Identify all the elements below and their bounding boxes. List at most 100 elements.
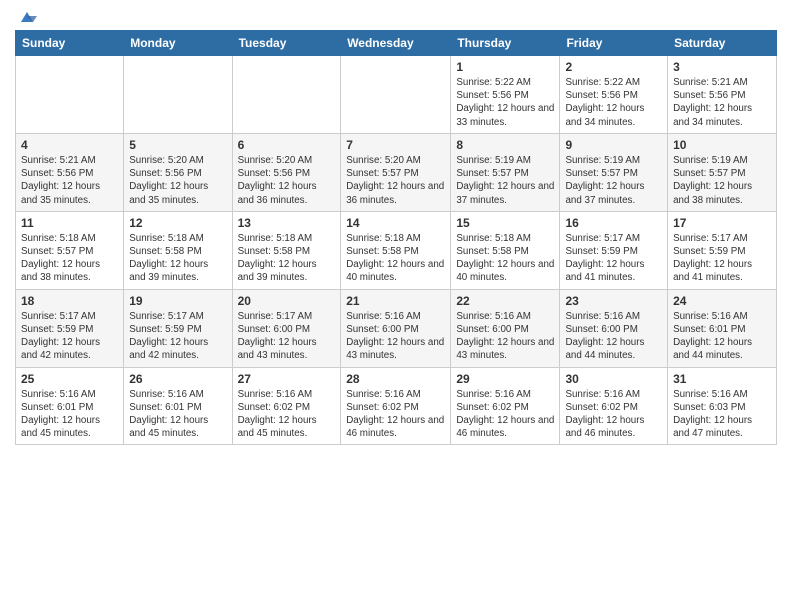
day-info: Sunrise: 5:16 AM Sunset: 6:00 PM Dayligh… xyxy=(456,310,554,363)
calendar-cell: 6 Sunrise: 5:20 AM Sunset: 5:56 PM Daylig… xyxy=(232,133,341,211)
day-info: Sunrise: 5:17 AM Sunset: 5:59 PM Dayligh… xyxy=(129,310,226,363)
day-number: 29 xyxy=(456,372,554,386)
calendar-cell: 14 Sunrise: 5:18 AM Sunset: 5:58 PM Dayli… xyxy=(341,211,451,289)
calendar-cell: 12Sunrise: 5:18 AM Sunset: 5:58 PM Dayli… xyxy=(124,211,232,289)
day-number: 24 xyxy=(673,294,771,308)
week-row-2: 4 Sunrise: 5:21 AM Sunset: 5:56 PM Daylig… xyxy=(16,133,777,211)
logo-icon xyxy=(17,8,37,28)
logo xyxy=(15,10,37,26)
day-info: Sunrise: 5:18 AM Sunset: 5:57 PM Dayligh… xyxy=(21,232,118,285)
day-info: Sunrise: 5:20 AM Sunset: 5:57 PM Dayligh… xyxy=(346,154,445,207)
day-number: 28 xyxy=(346,372,445,386)
day-info: Sunrise: 5:17 AM Sunset: 6:00 PM Dayligh… xyxy=(238,310,336,363)
day-number: 19 xyxy=(129,294,226,308)
calendar-cell: 4 Sunrise: 5:21 AM Sunset: 5:56 PM Daylig… xyxy=(16,133,124,211)
calendar-cell: 18 Sunrise: 5:17 AM Sunset: 5:59 PM Dayli… xyxy=(16,289,124,367)
day-info: Sunrise: 5:16 AM Sunset: 6:02 PM Dayligh… xyxy=(346,388,445,441)
calendar-cell: 16 Sunrise: 5:17 AM Sunset: 5:59 PM Dayli… xyxy=(560,211,668,289)
calendar-cell: 11Sunrise: 5:18 AM Sunset: 5:57 PM Dayli… xyxy=(16,211,124,289)
calendar-cell xyxy=(124,56,232,134)
day-number: 4 xyxy=(21,138,118,152)
col-header-tuesday: Tuesday xyxy=(232,31,341,56)
day-number: 21 xyxy=(346,294,445,308)
calendar-cell: 28 Sunrise: 5:16 AM Sunset: 6:02 PM Dayli… xyxy=(341,367,451,445)
day-number: 23 xyxy=(565,294,662,308)
calendar-cell: 2Sunrise: 5:22 AM Sunset: 5:56 PM Daylig… xyxy=(560,56,668,134)
day-info: Sunrise: 5:18 AM Sunset: 5:58 PM Dayligh… xyxy=(346,232,445,285)
col-header-thursday: Thursday xyxy=(451,31,560,56)
day-number: 20 xyxy=(238,294,336,308)
week-row-5: 25Sunrise: 5:16 AM Sunset: 6:01 PM Dayli… xyxy=(16,367,777,445)
calendar-cell: 22 Sunrise: 5:16 AM Sunset: 6:00 PM Dayli… xyxy=(451,289,560,367)
day-info: Sunrise: 5:19 AM Sunset: 5:57 PM Dayligh… xyxy=(565,154,662,207)
calendar-cell: 15 Sunrise: 5:18 AM Sunset: 5:58 PM Dayli… xyxy=(451,211,560,289)
week-row-3: 11Sunrise: 5:18 AM Sunset: 5:57 PM Dayli… xyxy=(16,211,777,289)
calendar-cell: 13 Sunrise: 5:18 AM Sunset: 5:58 PM Dayli… xyxy=(232,211,341,289)
day-number: 16 xyxy=(565,216,662,230)
days-header-row: SundayMondayTuesdayWednesdayThursdayFrid… xyxy=(16,31,777,56)
day-number: 18 xyxy=(21,294,118,308)
day-info: Sunrise: 5:18 AM Sunset: 5:58 PM Dayligh… xyxy=(238,232,336,285)
day-info: Sunrise: 5:21 AM Sunset: 5:56 PM Dayligh… xyxy=(673,76,771,129)
calendar-cell: 10Sunrise: 5:19 AM Sunset: 5:57 PM Dayli… xyxy=(668,133,777,211)
calendar-cell xyxy=(341,56,451,134)
calendar-cell: 23 Sunrise: 5:16 AM Sunset: 6:00 PM Dayli… xyxy=(560,289,668,367)
day-number: 25 xyxy=(21,372,118,386)
day-number: 7 xyxy=(346,138,445,152)
calendar-cell: 26Sunrise: 5:16 AM Sunset: 6:01 PM Dayli… xyxy=(124,367,232,445)
calendar-cell: 3 Sunrise: 5:21 AM Sunset: 5:56 PM Daylig… xyxy=(668,56,777,134)
day-number: 14 xyxy=(346,216,445,230)
calendar-cell: 5Sunrise: 5:20 AM Sunset: 5:56 PM Daylig… xyxy=(124,133,232,211)
day-info: Sunrise: 5:22 AM Sunset: 5:56 PM Dayligh… xyxy=(565,76,662,129)
day-info: Sunrise: 5:16 AM Sunset: 6:01 PM Dayligh… xyxy=(673,310,771,363)
day-info: Sunrise: 5:16 AM Sunset: 6:02 PM Dayligh… xyxy=(565,388,662,441)
day-number: 6 xyxy=(238,138,336,152)
calendar-cell: 20 Sunrise: 5:17 AM Sunset: 6:00 PM Dayli… xyxy=(232,289,341,367)
calendar-cell: 25Sunrise: 5:16 AM Sunset: 6:01 PM Dayli… xyxy=(16,367,124,445)
col-header-sunday: Sunday xyxy=(16,31,124,56)
day-number: 1 xyxy=(456,60,554,74)
day-info: Sunrise: 5:16 AM Sunset: 6:00 PM Dayligh… xyxy=(565,310,662,363)
col-header-wednesday: Wednesday xyxy=(341,31,451,56)
calendar-cell: 27 Sunrise: 5:16 AM Sunset: 6:02 PM Dayli… xyxy=(232,367,341,445)
day-number: 26 xyxy=(129,372,226,386)
day-info: Sunrise: 5:17 AM Sunset: 5:59 PM Dayligh… xyxy=(565,232,662,285)
day-info: Sunrise: 5:16 AM Sunset: 6:00 PM Dayligh… xyxy=(346,310,445,363)
calendar-cell xyxy=(16,56,124,134)
day-info: Sunrise: 5:18 AM Sunset: 5:58 PM Dayligh… xyxy=(456,232,554,285)
calendar-cell: 19 Sunrise: 5:17 AM Sunset: 5:59 PM Dayli… xyxy=(124,289,232,367)
day-info: Sunrise: 5:19 AM Sunset: 5:57 PM Dayligh… xyxy=(673,154,771,207)
day-number: 5 xyxy=(129,138,226,152)
day-number: 22 xyxy=(456,294,554,308)
col-header-saturday: Saturday xyxy=(668,31,777,56)
header xyxy=(15,10,777,26)
calendar-cell: 7 Sunrise: 5:20 AM Sunset: 5:57 PM Daylig… xyxy=(341,133,451,211)
day-info: Sunrise: 5:20 AM Sunset: 5:56 PM Dayligh… xyxy=(238,154,336,207)
day-number: 17 xyxy=(673,216,771,230)
calendar-cell: 31 Sunrise: 5:16 AM Sunset: 6:03 PM Dayli… xyxy=(668,367,777,445)
day-number: 13 xyxy=(238,216,336,230)
day-number: 12 xyxy=(129,216,226,230)
col-header-friday: Friday xyxy=(560,31,668,56)
day-number: 30 xyxy=(565,372,662,386)
day-info: Sunrise: 5:16 AM Sunset: 6:02 PM Dayligh… xyxy=(238,388,336,441)
day-number: 27 xyxy=(238,372,336,386)
day-info: Sunrise: 5:19 AM Sunset: 5:57 PM Dayligh… xyxy=(456,154,554,207)
day-info: Sunrise: 5:22 AM Sunset: 5:56 PM Dayligh… xyxy=(456,76,554,129)
day-number: 9 xyxy=(565,138,662,152)
day-info: Sunrise: 5:17 AM Sunset: 5:59 PM Dayligh… xyxy=(21,310,118,363)
week-row-1: 1 Sunrise: 5:22 AM Sunset: 5:56 PM Daylig… xyxy=(16,56,777,134)
day-number: 3 xyxy=(673,60,771,74)
day-number: 15 xyxy=(456,216,554,230)
day-number: 31 xyxy=(673,372,771,386)
calendar-cell: 8Sunrise: 5:19 AM Sunset: 5:57 PM Daylig… xyxy=(451,133,560,211)
calendar-cell: 30 Sunrise: 5:16 AM Sunset: 6:02 PM Dayli… xyxy=(560,367,668,445)
calendar-cell: 21 Sunrise: 5:16 AM Sunset: 6:00 PM Dayli… xyxy=(341,289,451,367)
page-container: SundayMondayTuesdayWednesdayThursdayFrid… xyxy=(0,0,792,455)
calendar-cell: 17Sunrise: 5:17 AM Sunset: 5:59 PM Dayli… xyxy=(668,211,777,289)
day-info: Sunrise: 5:16 AM Sunset: 6:03 PM Dayligh… xyxy=(673,388,771,441)
day-info: Sunrise: 5:21 AM Sunset: 5:56 PM Dayligh… xyxy=(21,154,118,207)
calendar-table: SundayMondayTuesdayWednesdayThursdayFrid… xyxy=(15,30,777,445)
calendar-cell xyxy=(232,56,341,134)
col-header-monday: Monday xyxy=(124,31,232,56)
